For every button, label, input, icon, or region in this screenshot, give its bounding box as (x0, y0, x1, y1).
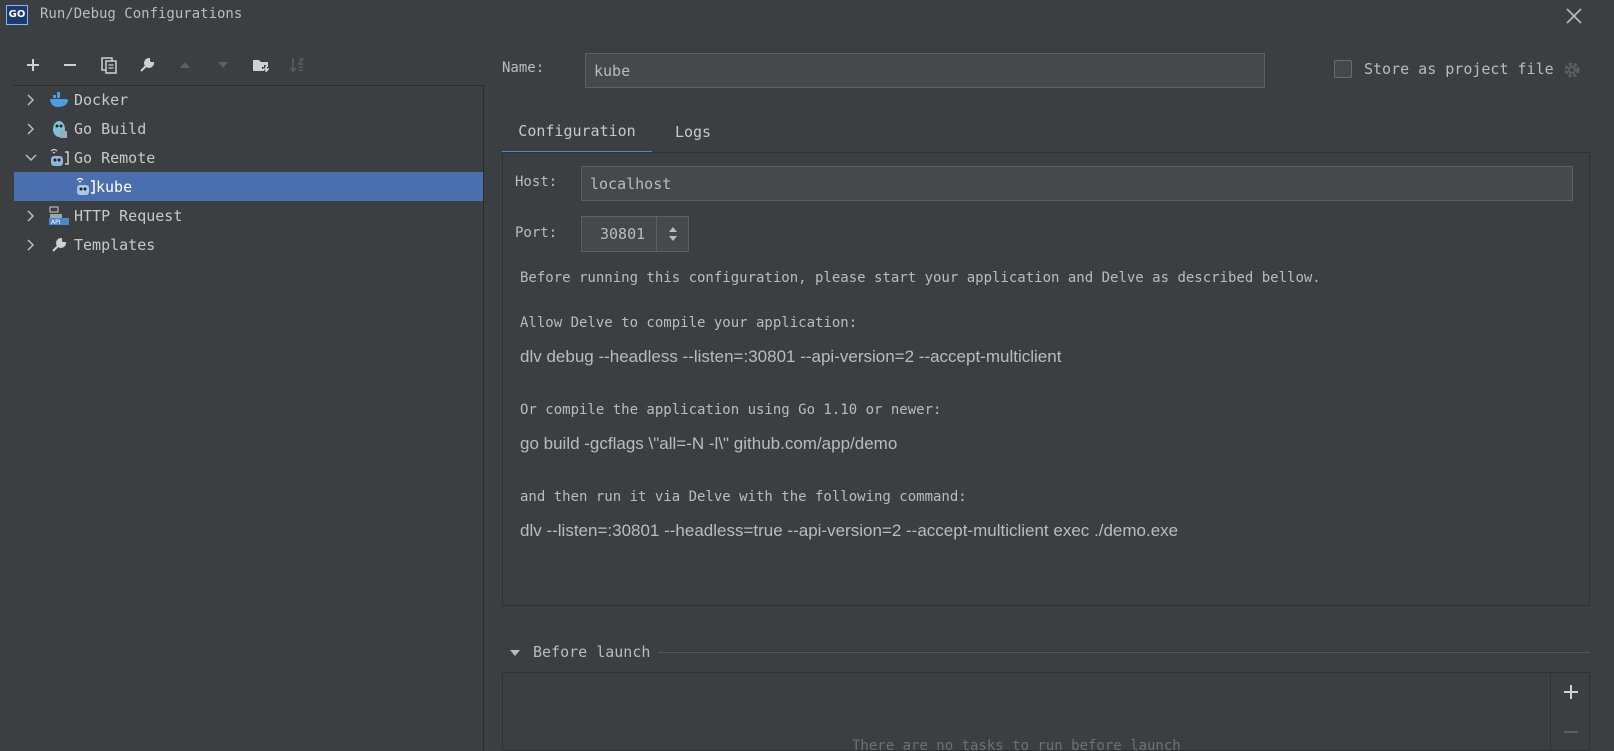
name-label: Name: (502, 60, 545, 76)
go-remote-icon (74, 176, 96, 198)
intro-text: Before running this configuration, pleas… (520, 270, 1321, 286)
tree-item-kube[interactable]: kube (14, 172, 483, 201)
allow-delve-text: Allow Delve to compile your application: (520, 315, 858, 331)
go-remote-icon (48, 147, 70, 169)
close-icon (1566, 8, 1582, 24)
tree-item-http-request[interactable]: API HTTP Request (14, 201, 483, 230)
wrench-icon (48, 234, 70, 256)
move-up-button[interactable] (174, 54, 196, 76)
move-down-button[interactable] (212, 54, 234, 76)
chevron-right-icon (20, 209, 42, 222)
host-label: Host: (515, 174, 558, 190)
chevron-down-icon (20, 153, 42, 163)
tree-item-go-build[interactable]: Go Build (14, 114, 483, 143)
port-label: Port: (515, 225, 558, 241)
wrench-icon (140, 57, 155, 72)
remove-task-button[interactable] (1561, 722, 1581, 742)
folder-add-icon (253, 60, 269, 72)
port-value: 30801 (600, 225, 646, 243)
spinner-arrows-icon (668, 227, 677, 241)
go-build-icon (48, 118, 70, 140)
sort-icon (289, 58, 305, 73)
port-spinner[interactable] (656, 217, 688, 251)
tab-configuration[interactable]: Configuration (502, 110, 652, 154)
go-build-command: go build -gcflags \"all=-N -l\" github.c… (520, 434, 898, 453)
name-field[interactable]: kube (585, 53, 1265, 88)
tree-item-go-remote[interactable]: Go Remote (14, 143, 483, 172)
gear-icon[interactable] (1562, 60, 1582, 80)
minus-icon (1564, 731, 1578, 733)
tree-item-docker[interactable]: Docker (14, 85, 483, 114)
tree-item-label: Docker (74, 90, 129, 109)
run-delve-text: and then run it via Delve with the follo… (520, 489, 967, 505)
dlv-exec-command: dlv --listen=:30801 --headless=true --ap… (520, 521, 1179, 540)
tree-item-label: Go Remote (74, 148, 156, 167)
remove-configuration-button[interactable] (59, 54, 81, 76)
chevron-right-icon (20, 122, 42, 135)
tab-logs[interactable]: Logs (668, 110, 718, 154)
tree-item-label: HTTP Request (74, 206, 183, 225)
tree-item-label: kube (96, 177, 133, 196)
tree-item-label: Templates (74, 235, 156, 254)
create-folder-button[interactable] (250, 54, 272, 76)
arrow-down-icon (218, 62, 228, 68)
api-icon: API (48, 205, 70, 227)
plus-icon (1564, 685, 1578, 699)
dlv-debug-command: dlv debug --headless --listen=:30801 --a… (520, 347, 1062, 366)
docker-icon (48, 89, 70, 111)
empty-tasks-text: There are no tasks to run before launch (852, 738, 1181, 751)
goland-logo: GO (6, 5, 28, 25)
before-launch-title[interactable]: Before launch (533, 643, 650, 661)
add-task-button[interactable] (1561, 682, 1581, 702)
close-button[interactable] (1560, 2, 1588, 30)
svg-text:API: API (51, 219, 61, 226)
minus-icon (64, 64, 76, 66)
chevron-right-icon (20, 238, 42, 251)
copy-icon (101, 57, 117, 74)
sort-button[interactable] (286, 54, 308, 76)
edit-templates-button[interactable] (136, 54, 158, 76)
arrow-up-icon (180, 62, 190, 68)
chevron-right-icon (20, 93, 42, 106)
tree-item-label: Go Build (74, 119, 147, 138)
before-launch-divider (658, 652, 1590, 653)
plus-icon (27, 59, 39, 71)
copy-configuration-button[interactable] (98, 54, 120, 76)
before-launch-toolbar-divider (1550, 672, 1551, 751)
tree-item-templates[interactable]: Templates (14, 230, 483, 259)
store-as-project-file-label[interactable]: Store as project file (1364, 60, 1554, 78)
window-title: Run/Debug Configurations (40, 6, 243, 22)
host-field[interactable]: localhost (581, 166, 1573, 201)
collapse-triangle-icon[interactable] (508, 646, 522, 660)
add-configuration-button[interactable] (22, 54, 44, 76)
store-as-project-file-checkbox[interactable] (1334, 60, 1352, 78)
compile-text: Or compile the application using Go 1.10… (520, 402, 942, 418)
